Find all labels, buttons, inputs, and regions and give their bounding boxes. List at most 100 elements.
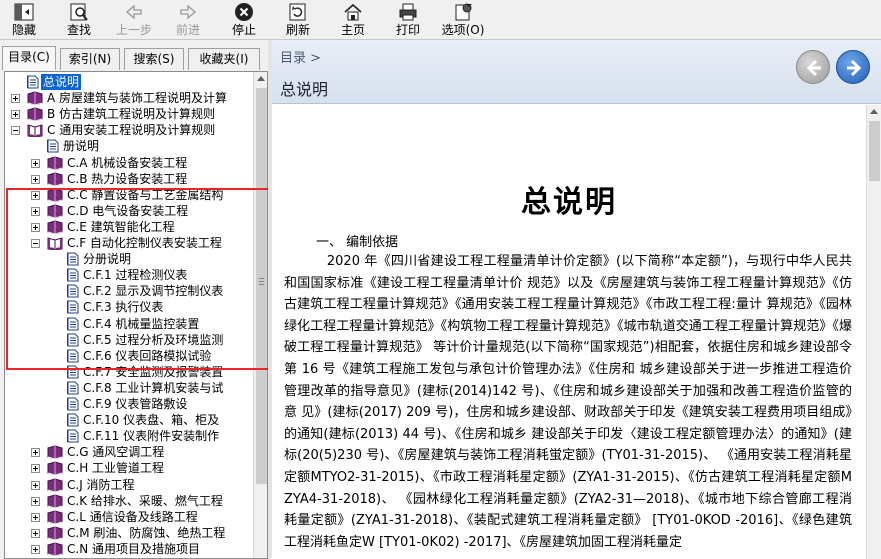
expand-plus-icon[interactable] — [31, 480, 40, 490]
options-button[interactable]: 选项(O) — [440, 1, 486, 39]
tree-book-item[interactable]: C.M 刷油、防腐蚀、绝热工程 — [5, 525, 253, 541]
tree-book-item[interactable]: C.J 消防工程 — [5, 477, 253, 493]
tree-book-item[interactable]: C.L 通信设备及线路工程 — [5, 509, 253, 525]
tree-item-label: C.K 给排水、采暖、燃气工程 — [67, 493, 223, 508]
topic-header: 目录 > 总说明 — [272, 40, 881, 104]
closed-book-icon — [47, 155, 63, 171]
expand-plus-icon[interactable] — [31, 174, 40, 184]
closed-book-icon — [47, 477, 63, 493]
topic-page-icon — [66, 300, 79, 314]
tree-topic-item[interactable]: C.F.10 仪表盘、箱、柜及 — [5, 412, 253, 428]
tab-contents[interactable]: 目录(C) — [2, 46, 56, 70]
print-button[interactable]: 打印 — [390, 1, 426, 39]
topic-header-title: 总说明 — [280, 80, 329, 99]
topic-scrollbar[interactable] — [866, 105, 881, 559]
tree-item-label: C.F.9 仪表管路敷设 — [83, 397, 188, 411]
tree-item-label: C.B 热力设备安装工程 — [67, 171, 188, 186]
back-button[interactable]: 上一步 — [112, 1, 156, 39]
tree-item-label: C.M 刷油、防腐蚀、绝热工程 — [67, 525, 226, 540]
tree-book-item[interactable]: C.C 静置设备与工艺金属结构 — [5, 187, 253, 203]
expand-plus-icon[interactable] — [31, 190, 40, 200]
tree-book-item[interactable]: C.H 工业管道工程 — [5, 460, 253, 476]
tree-item-label: 总说明 — [41, 74, 82, 90]
tree-book-item[interactable]: C.K 给排水、采暖、燃气工程 — [5, 493, 253, 509]
expand-plus-icon[interactable] — [31, 158, 40, 168]
tree-topic-item[interactable]: C.F.6 仪表回路模拟试验 — [5, 348, 253, 364]
forward-button[interactable]: 前进 — [170, 1, 206, 39]
collapse-minus-icon[interactable] — [31, 239, 40, 248]
tab-index[interactable]: 索引(N) — [60, 48, 120, 70]
right-arrow-icon — [847, 59, 862, 77]
tree-book-item[interactable]: C.F 自动化控制仪表安装工程 — [5, 235, 253, 251]
tree-item-label: C.F 自动化控制仪表安装工程 — [67, 236, 222, 250]
tree-topic-item[interactable]: 分册说明 — [5, 251, 253, 267]
tree-topic-item[interactable]: 总说明 — [5, 74, 253, 90]
tree-item-label: C.F.2 显示及调节控制仪表 — [83, 284, 224, 299]
tree-topic-item[interactable]: C.F.2 显示及调节控制仪表 — [5, 283, 253, 299]
tree-topic-item[interactable]: C.F.9 仪表管路敷设 — [5, 396, 253, 412]
expand-plus-icon[interactable] — [11, 94, 20, 104]
tree-topic-item[interactable]: 册说明 — [5, 138, 253, 154]
section-heading: 一、 编制依据 — [316, 235, 399, 250]
closed-book-icon — [27, 107, 43, 122]
tree-item-label: A 房屋建筑与装饰工程说明及计算 — [47, 91, 228, 106]
tree-book-item[interactable]: C.G 通风空调工程 — [5, 444, 253, 460]
back-arrow-icon — [124, 2, 144, 22]
collapse-minus-icon[interactable] — [11, 126, 20, 136]
tree-topic-item[interactable]: C.F.3 执行仪表 — [5, 299, 253, 315]
expand-plus-icon[interactable] — [11, 110, 20, 120]
tab-favorites[interactable]: 收藏夹(I) — [188, 48, 260, 70]
tree-item-label: C.F.7 安全监测及报警装置 — [83, 364, 224, 379]
document-title: 总说明 — [521, 185, 617, 220]
tree-topic-item[interactable]: C.F.11 仪表附件安装制作 — [5, 428, 253, 444]
tree-topic-item[interactable]: C.F.4 机械量监控装置 — [5, 316, 253, 332]
expand-plus-icon[interactable] — [31, 222, 40, 232]
tree-topic-item[interactable]: C.F.8 工业计算机安装与试 — [5, 380, 253, 396]
tab-search[interactable]: 搜索(S) — [124, 48, 184, 70]
tree-item-label: C.D 电气设备安装工程 — [67, 203, 189, 218]
hide-button[interactable]: 隐藏 — [6, 1, 42, 39]
forward-arrow-icon — [178, 2, 198, 22]
topic-page-icon — [66, 365, 79, 379]
topic-page-icon — [66, 397, 79, 411]
tree-book-item[interactable]: C.A 机械设备安装工程 — [5, 155, 253, 171]
open-book-icon — [47, 236, 63, 251]
previous-topic-button[interactable] — [796, 50, 830, 84]
tree-item-label: B 仿古建筑工程说明及计算规则 — [47, 107, 216, 122]
expand-plus-icon[interactable] — [31, 448, 40, 458]
tree-book-item[interactable]: C.D 电气设备安装工程 — [5, 203, 253, 219]
contents-tree-box: 总说明 A 房屋建筑与装饰工程说明及计算 B 仿古建筑工程说明及计算规则 C 通用安装… — [4, 71, 268, 559]
topic-page-icon — [66, 317, 79, 331]
tree-book-item[interactable]: C.N 通用项目及措施项目 — [5, 541, 253, 557]
next-topic-button[interactable] — [836, 50, 870, 84]
topic-page-icon — [46, 139, 59, 153]
closed-book-icon — [47, 188, 63, 203]
stop-button[interactable]: 停止 — [226, 1, 262, 39]
expand-plus-icon[interactable] — [31, 496, 40, 506]
refresh-button[interactable]: 刷新 — [280, 1, 316, 39]
tree-book-item[interactable]: C.B 热力设备安装工程 — [5, 171, 253, 187]
home-button[interactable]: 主页 — [336, 1, 370, 39]
scroll-up-arrow-icon[interactable] — [870, 109, 878, 114]
options-icon — [453, 2, 473, 22]
tree-book-item[interactable]: B 仿古建筑工程说明及计算规则 — [5, 106, 253, 122]
expand-plus-icon[interactable] — [31, 544, 40, 554]
tree-book-item[interactable]: C 通用安装工程说明及计算规则 — [5, 122, 253, 138]
tree-topic-item[interactable]: C.F.7 安全监测及报警装置 — [5, 364, 253, 380]
find-button[interactable]: 查找 — [62, 1, 96, 39]
refresh-icon — [288, 2, 308, 22]
tree-topic-item[interactable]: C.F.5 过程分析及环境监测 — [5, 332, 253, 348]
scroll-up-arrow-icon[interactable] — [257, 76, 265, 81]
expand-plus-icon[interactable] — [31, 528, 40, 538]
expand-plus-icon[interactable] — [31, 464, 40, 474]
tree-topic-item[interactable]: C.F.1 过程检测仪表 — [5, 267, 253, 283]
topic-scroll-thumb[interactable] — [869, 121, 880, 181]
expand-plus-icon[interactable] — [31, 512, 40, 522]
tree-scroll-thumb[interactable] — [256, 88, 267, 484]
expand-plus-icon[interactable] — [31, 206, 40, 216]
nav-tabs: 目录(C) 索引(N) 搜索(S) 收藏夹(I) — [2, 46, 266, 70]
tree-scrollbar[interactable] — [253, 72, 267, 558]
breadcrumb[interactable]: 目录 > — [280, 47, 321, 66]
tree-book-item[interactable]: A 房屋建筑与装饰工程说明及计算 — [5, 90, 253, 106]
tree-book-item[interactable]: C.E 建筑智能化工程 — [5, 219, 253, 235]
